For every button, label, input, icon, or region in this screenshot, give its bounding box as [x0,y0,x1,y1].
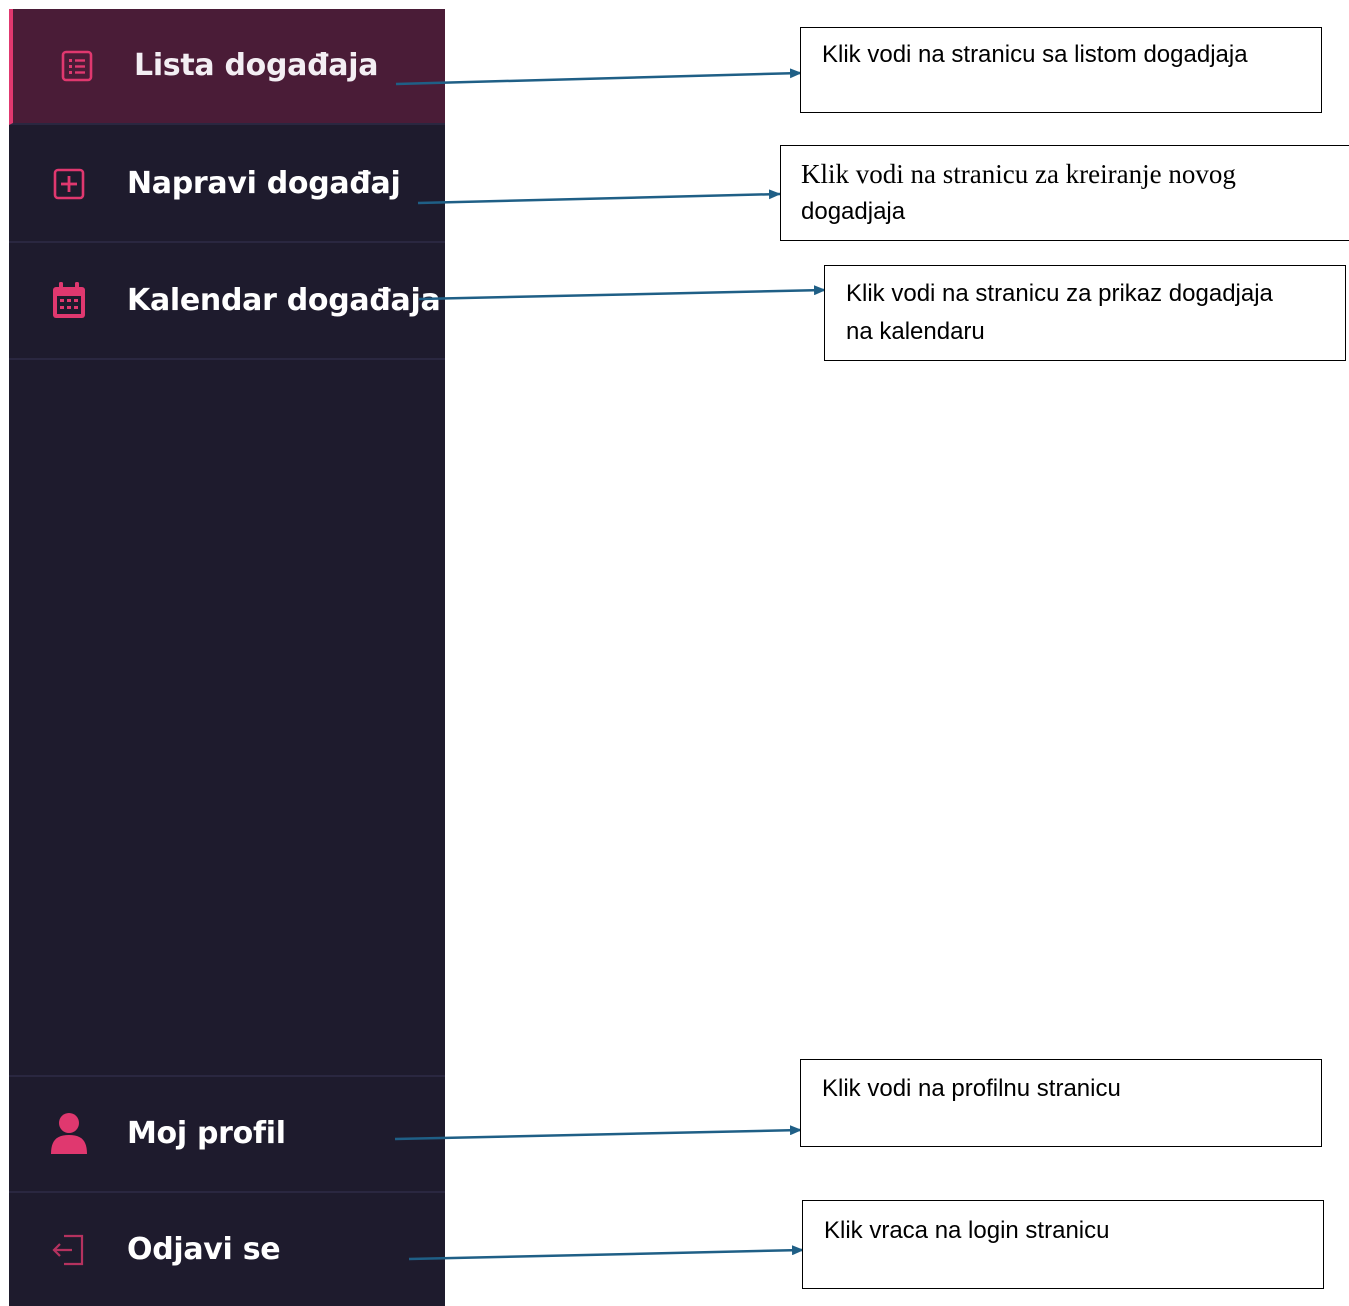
annotation-logout: Klik vraca na login stranicu [802,1200,1324,1289]
arrow-logout [408,1245,804,1261]
annotation-text: na kalendaru [846,318,985,345]
annotation-event-calendar: Klik vodi na stranicu za prikaz dogadjaj… [824,265,1346,361]
annotation-text: Klik vodi na stranicu sa listom dogadjaj… [822,41,1248,68]
annotation-text: Klik vodi na stranicu za prikaz dogadjaj… [846,280,1273,307]
annotation-text: Klik vodi na profilnu stranicu [822,1075,1121,1102]
annotation-create-event: Klik vodi na stranicu za kreiranje novog… [780,145,1349,241]
arrow-event-list [395,68,802,86]
arrow-create-event [417,189,781,205]
annotation-event-list: Klik vodi na stranicu sa listom dogadjaj… [800,27,1322,113]
arrow-profile [394,1125,802,1141]
annotation-text: dogadjaja [801,198,906,225]
annotation-profile: Klik vodi na profilnu stranicu [800,1059,1322,1147]
annotation-text: Klik vodi na stranicu za kreiranje novog [801,159,1236,189]
annotation-text: Klik vraca na login stranicu [824,1217,1110,1244]
arrow-event-calendar [418,285,826,301]
